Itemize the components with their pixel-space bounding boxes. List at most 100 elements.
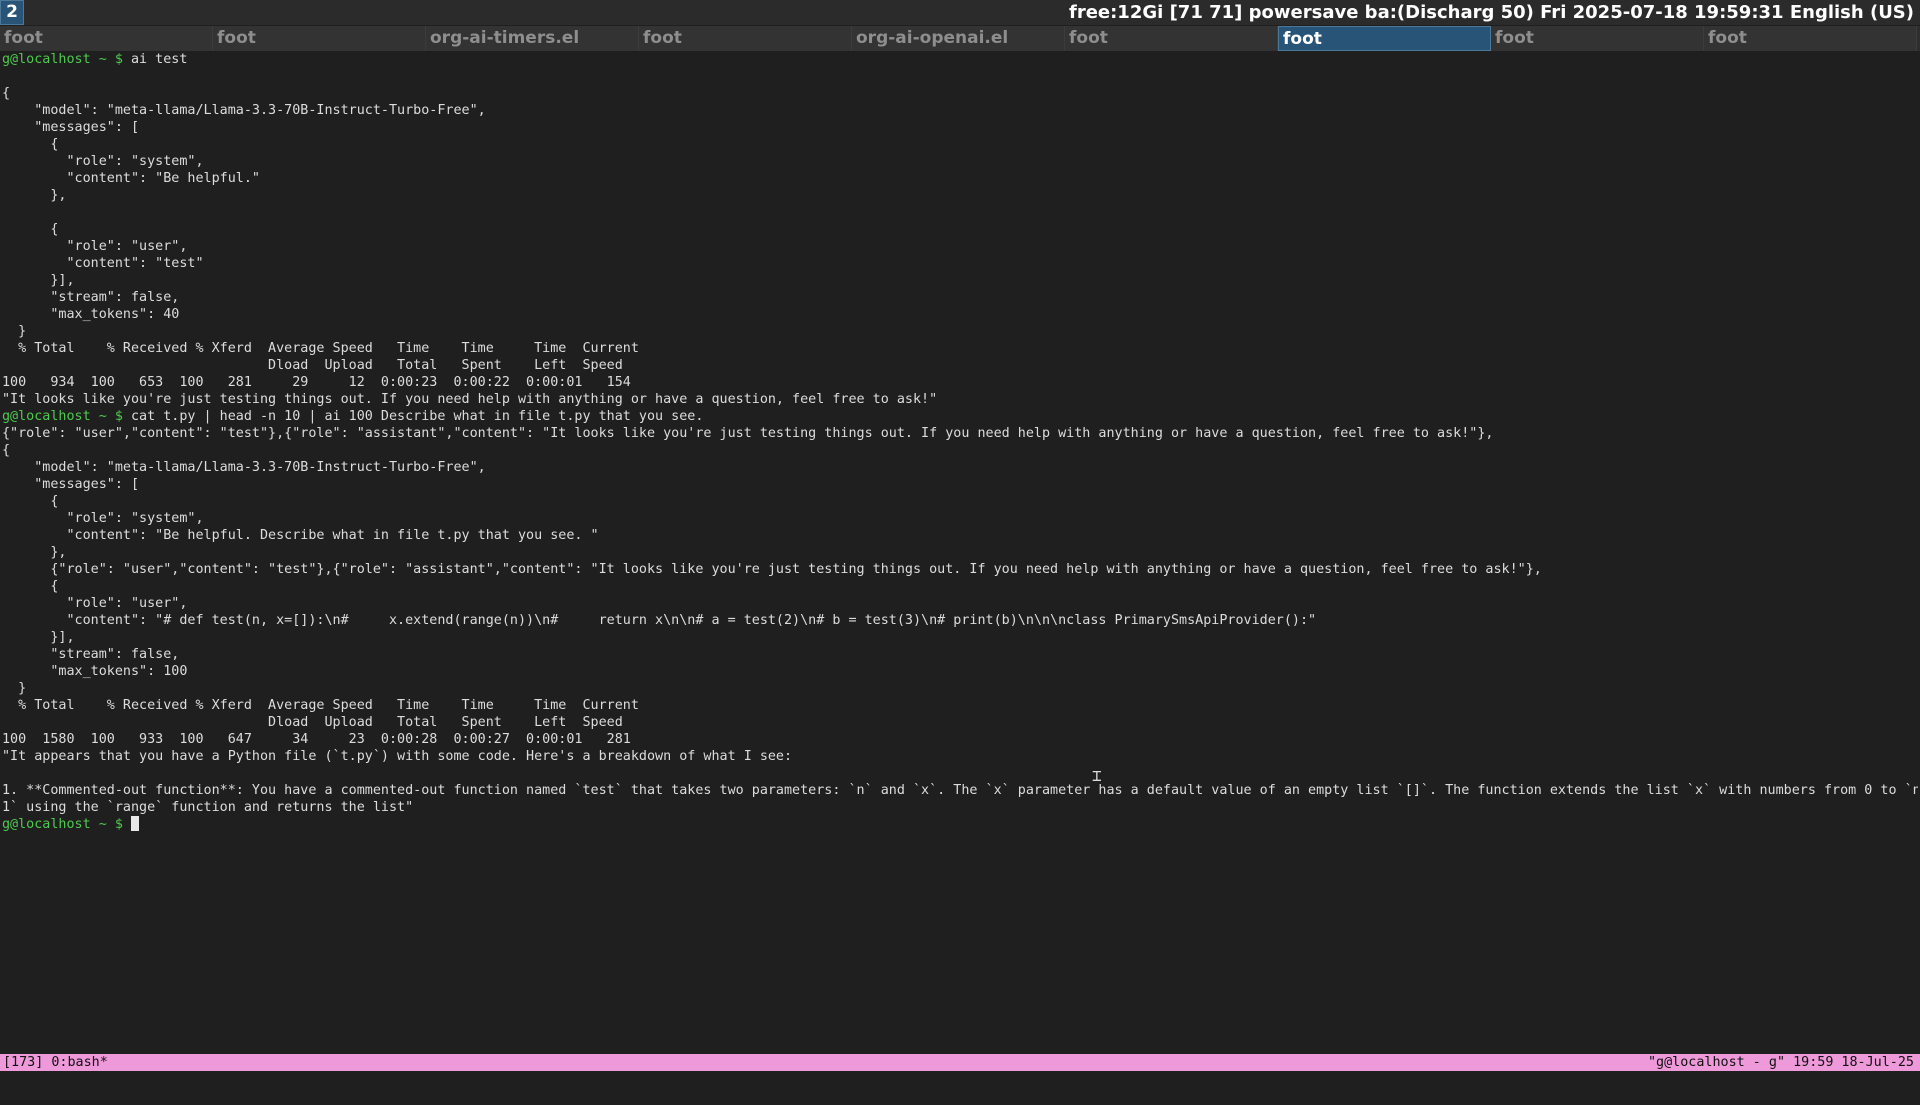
output-line: }, xyxy=(2,544,1918,561)
output-line: "content": "test" xyxy=(2,255,1918,272)
output-text: 100 934 100 653 100 281 29 12 0:00:23 0:… xyxy=(2,375,631,390)
prompt-line: g@localhost ~ $ xyxy=(2,816,1918,833)
output-line: "model": "meta-llama/Llama-3.3-70B-Instr… xyxy=(2,459,1918,476)
output-text: "model": "meta-llama/Llama-3.3-70B-Instr… xyxy=(2,460,486,475)
output-line: % Total % Received % Xferd Average Speed… xyxy=(2,697,1918,714)
text-cursor-icon: ⌶ xyxy=(1092,766,1102,785)
output-line: "role": "system", xyxy=(2,510,1918,527)
window-tab[interactable]: foot xyxy=(0,26,213,51)
output-text: % Total % Received % Xferd Average Speed… xyxy=(2,698,639,713)
output-line: Dload Upload Total Spent Left Speed xyxy=(2,714,1918,731)
window-tab[interactable]: org-ai-openai.el xyxy=(852,26,1065,51)
output-line: { xyxy=(2,85,1918,102)
output-text: { xyxy=(2,222,59,237)
output-line: "role": "system", xyxy=(2,153,1918,170)
output-line: "content": "# def test(n, x=[]):\n# x.ex… xyxy=(2,612,1918,629)
output-text: {"role": "user","content": "test"},{"rol… xyxy=(2,426,1494,441)
output-text: "role": "user", xyxy=(2,239,188,254)
output-line: { xyxy=(2,578,1918,595)
system-status-text: free:12Gi [71 71] powersave ba:(Discharg… xyxy=(1068,2,1914,23)
output-text: }, xyxy=(2,545,67,560)
window-tab[interactable]: foot xyxy=(1704,26,1917,51)
output-line: {"role": "user","content": "test"},{"rol… xyxy=(2,425,1918,442)
output-line: 1` using the `range` function and return… xyxy=(2,799,1918,816)
window-tab[interactable]: foot xyxy=(1065,26,1278,51)
output-text: "role": "user", xyxy=(2,596,188,611)
output-text: 1. **Commented-out function**: You have … xyxy=(2,783,1918,798)
system-bar: 2 free:12Gi [71 71] powersave ba:(Discha… xyxy=(0,0,1920,25)
tmux-status-line: [173] 0:bash* "g@localhost - g" 19:59 18… xyxy=(0,1054,1920,1071)
output-text: "messages": [ xyxy=(2,120,140,135)
output-line: 1. **Commented-out function**: You have … xyxy=(2,782,1918,799)
output-text: "content": "# def test(n, x=[]):\n# x.ex… xyxy=(2,613,1317,628)
output-line: } xyxy=(2,323,1918,340)
output-line: { xyxy=(2,442,1918,459)
output-text: { xyxy=(2,443,11,458)
output-text: "stream": false, xyxy=(2,647,180,662)
output-text: }, xyxy=(2,188,67,203)
output-line: "max_tokens": 40 xyxy=(2,306,1918,323)
output-line: "It looks like you're just testing thing… xyxy=(2,391,1918,408)
window-tab[interactable]: foot xyxy=(639,26,852,51)
output-text: "role": "system", xyxy=(2,154,204,169)
output-text: "model": "meta-llama/Llama-3.3-70B-Instr… xyxy=(2,103,486,118)
terminal-cursor[interactable] xyxy=(131,816,139,831)
output-line: "It appears that you have a Python file … xyxy=(2,748,1918,765)
output-line: "model": "meta-llama/Llama-3.3-70B-Instr… xyxy=(2,102,1918,119)
prompt-line: g@localhost ~ $ ai test xyxy=(2,51,1918,68)
window-tab[interactable]: foot xyxy=(1278,26,1491,51)
output-text: "content": "Be helpful. Describe what in… xyxy=(2,528,599,543)
window-tab-bar: foot foot org-ai-timers.el foot org-ai-opena… xyxy=(0,26,1920,51)
output-line: 100 1580 100 933 100 647 34 23 0:00:28 0… xyxy=(2,731,1918,748)
output-text: Dload Upload Total Spent Left Speed xyxy=(2,358,623,373)
output-line: "role": "user", xyxy=(2,238,1918,255)
shell-prompt: g@localhost ~ $ xyxy=(2,409,131,424)
output-text: { xyxy=(2,494,59,509)
output-line: "messages": [ xyxy=(2,119,1918,136)
output-line: "content": "Be helpful. Describe what in… xyxy=(2,527,1918,544)
output-text: } xyxy=(2,681,27,696)
output-text: "max_tokens": 100 xyxy=(2,664,188,679)
window-tab[interactable]: foot xyxy=(1491,26,1704,51)
output-text: "It looks like you're just testing thing… xyxy=(2,392,938,407)
output-text: 1` using the `range` function and return… xyxy=(2,800,414,815)
output-line: { xyxy=(2,493,1918,510)
output-line: { xyxy=(2,221,1918,238)
output-line: }], xyxy=(2,272,1918,289)
tmux-host-clock: "g@localhost - g" 19:59 18-Jul-25 xyxy=(1647,1055,1914,1070)
tmux-session-window: [173] 0:bash* xyxy=(3,1055,108,1070)
prompt-line: g@localhost ~ $ cat t.py | head -n 10 | … xyxy=(2,408,1918,425)
output-text: {"role": "user","content": "test"},{"rol… xyxy=(2,562,1542,577)
output-text: "content": "Be helpful." xyxy=(2,171,260,186)
output-text: }], xyxy=(2,273,75,288)
output-line: "max_tokens": 100 xyxy=(2,663,1918,680)
output-text: "max_tokens": 40 xyxy=(2,307,180,322)
output-text: % Total % Received % Xferd Average Speed… xyxy=(2,341,639,356)
bottom-border xyxy=(0,1071,1920,1080)
output-text: } xyxy=(2,324,27,339)
output-line: Dload Upload Total Spent Left Speed xyxy=(2,357,1918,374)
output-line: % Total % Received % Xferd Average Speed… xyxy=(2,340,1918,357)
output-line: {"role": "user","content": "test"},{"rol… xyxy=(2,561,1918,578)
window-tab[interactable]: foot xyxy=(213,26,426,51)
output-line: "stream": false, xyxy=(2,646,1918,663)
terminal-output[interactable]: g@localhost ~ $ ai test { "model": "meta-… xyxy=(2,51,1918,1054)
output-line: "content": "Be helpful." xyxy=(2,170,1918,187)
output-text: }], xyxy=(2,630,75,645)
output-text: "messages": [ xyxy=(2,477,140,492)
output-text: { xyxy=(2,137,59,152)
shell-prompt: g@localhost ~ $ xyxy=(2,52,131,67)
output-line: { xyxy=(2,136,1918,153)
output-line: 100 934 100 653 100 281 29 12 0:00:23 0:… xyxy=(2,374,1918,391)
workspace-indicator[interactable]: 2 xyxy=(0,0,24,25)
output-text: "content": "test" xyxy=(2,256,204,271)
output-text: "role": "system", xyxy=(2,511,204,526)
output-line: "role": "user", xyxy=(2,595,1918,612)
output-text: { xyxy=(2,86,11,101)
window-tab[interactable]: org-ai-timers.el xyxy=(426,26,639,51)
output-text: { xyxy=(2,579,59,594)
shell-prompt: g@localhost ~ $ xyxy=(2,817,131,832)
